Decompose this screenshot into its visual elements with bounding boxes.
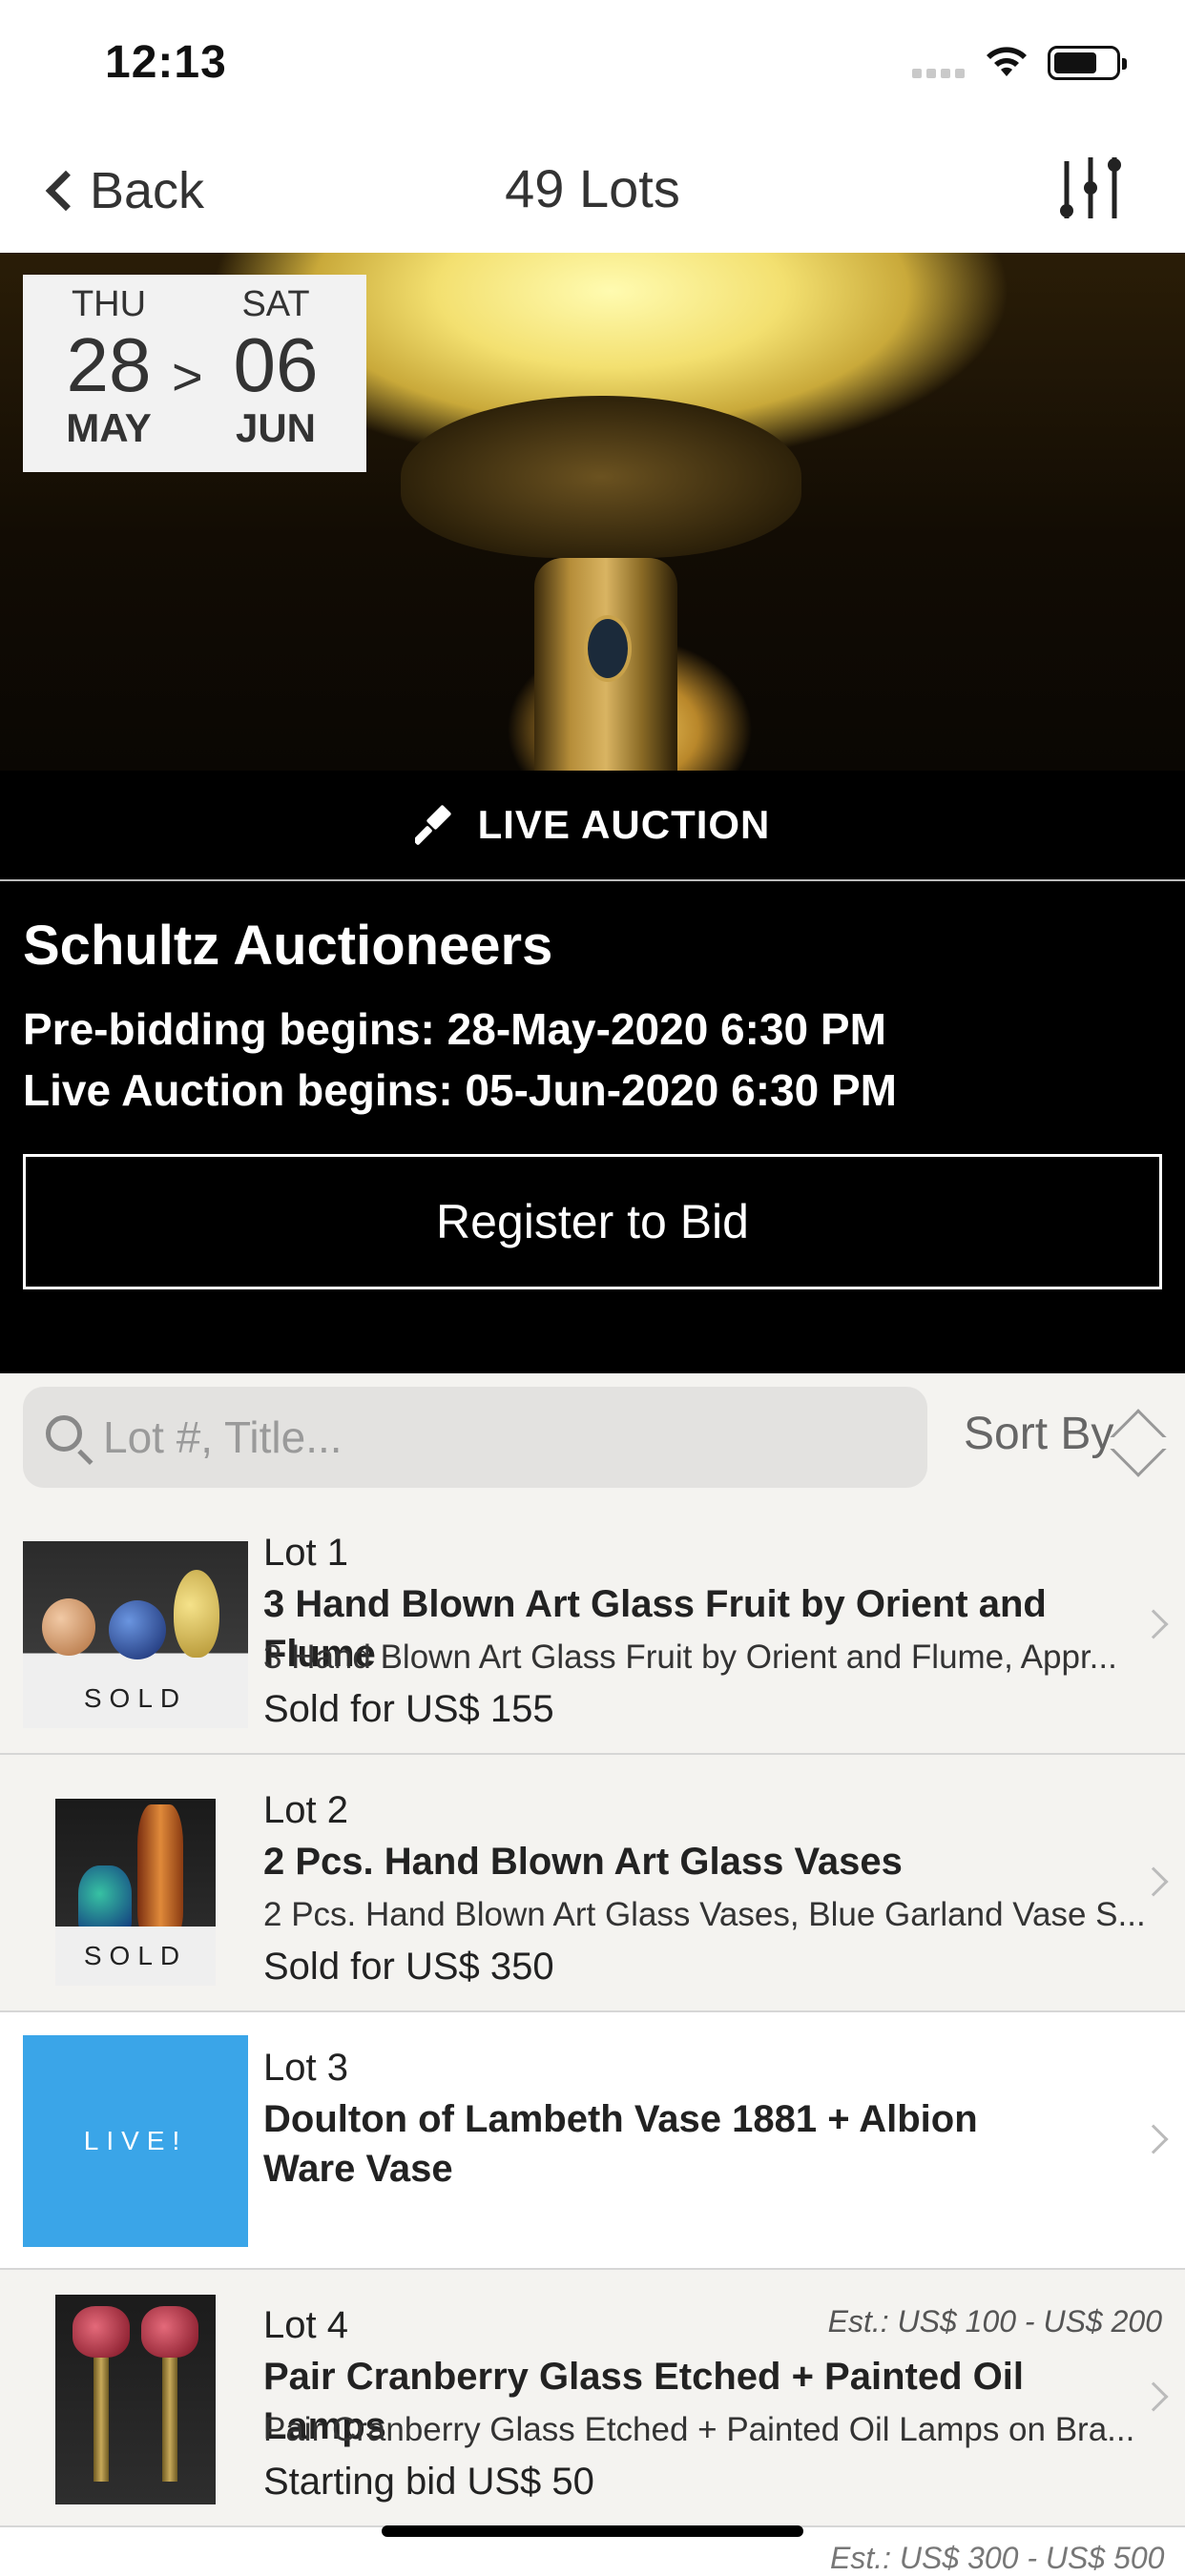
lot-title: 2 Pcs. Hand Blown Art Glass Vases	[263, 1841, 903, 1883]
lot-number: Lot 3	[263, 2047, 348, 2089]
list-item[interactable]: SOLD Lot 1 3 Hand Blown Art Glass Fruit …	[0, 1497, 1185, 1755]
filter-sliders-icon[interactable]	[1057, 152, 1124, 224]
home-indicator[interactable]	[382, 2525, 803, 2537]
lot-estimate: Est.: US$ 100 - US$ 200	[827, 2304, 1162, 2339]
lot-description: 2 Pcs. Hand Blown Art Glass Vases, Blue …	[263, 1896, 1146, 1933]
chevron-left-icon	[45, 170, 87, 212]
battery-icon	[1048, 46, 1127, 80]
lot-price: Starting bid US$ 50	[263, 2461, 594, 2503]
live-badge: LIVE!	[83, 2126, 188, 2155]
cellular-signal-icon	[912, 69, 965, 78]
lot-number: Lot 2	[263, 1789, 348, 1831]
next-lot-estimate-partial: Est.: US$ 300 - US$ 500	[830, 2541, 1165, 2575]
nav-bar: 49 Lots Back	[0, 129, 1185, 253]
date-separator: >	[172, 346, 203, 406]
lots-list: SOLD Lot 1 3 Hand Blown Art Glass Fruit …	[0, 1497, 1185, 2527]
prebidding-date: Pre-bidding begins: 28-May-2020 6:30 PM	[23, 1004, 886, 1054]
list-item[interactable]: Lot 4 Est.: US$ 100 - US$ 200 Pair Cranb…	[0, 2270, 1185, 2527]
search-icon	[46, 1415, 82, 1452]
lot-thumbnail: LIVE!	[23, 2035, 248, 2247]
chevron-right-icon	[1138, 1609, 1169, 1639]
search-row: Sort By	[0, 1373, 1185, 1497]
search-input[interactable]	[103, 1387, 914, 1488]
chevron-right-icon	[1138, 2124, 1169, 2154]
back-label: Back	[90, 162, 205, 219]
lot-thumbnail	[55, 2295, 216, 2504]
end-date: SAT 06 JUN	[204, 284, 347, 451]
lot-title: Doulton of Lambeth Vase 1881 + Albion Wa…	[263, 2098, 978, 2190]
start-day: 28	[66, 322, 152, 407]
start-date: THU 28 MAY	[37, 284, 180, 451]
status-time: 12:13	[105, 37, 227, 88]
auction-house-name: Schultz Auctioneers	[23, 915, 553, 977]
sort-by-button[interactable]: Sort By	[964, 1408, 1113, 1460]
end-weekday: SAT	[241, 284, 310, 324]
wifi-icon	[987, 47, 1027, 76]
gavel-icon	[414, 805, 451, 845]
status-bar: 12:13	[0, 0, 1185, 129]
auction-info: Schultz Auctioneers Pre-bidding begins: …	[0, 881, 1185, 1373]
live-auction-date: Live Auction begins: 05-Jun-2020 6:30 PM	[23, 1065, 897, 1115]
lot-price: Sold for US$ 155	[263, 1688, 554, 1730]
end-day: 06	[233, 322, 319, 407]
lamp-ornament	[401, 396, 801, 558]
lot-number: Lot 4	[263, 2304, 348, 2346]
lot-thumbnail: SOLD	[55, 1799, 216, 1986]
lot-number: Lot 1	[263, 1532, 348, 1574]
lot-price: Sold for US$ 350	[263, 1946, 554, 1988]
live-auction-banner: LIVE AUCTION	[0, 771, 1185, 881]
back-button[interactable]: Back	[38, 157, 204, 224]
list-item[interactable]: SOLD Lot 2 2 Pcs. Hand Blown Art Glass V…	[0, 1755, 1185, 2012]
live-auction-label: LIVE AUCTION	[477, 802, 771, 847]
search-bar[interactable]	[23, 1387, 927, 1488]
sold-badge: SOLD	[55, 1927, 216, 1986]
lamp-gem	[584, 615, 632, 682]
lot-description: 3 Hand Blown Art Glass Fruit by Orient a…	[263, 1638, 1117, 1676]
start-weekday: THU	[71, 284, 147, 324]
register-to-bid-button[interactable]: Register to Bid	[23, 1154, 1162, 1289]
lot-description: Pair Cranberry Glass Etched + Painted Oi…	[263, 2411, 1135, 2448]
date-range-box: THU 28 MAY > SAT 06 JUN	[23, 275, 366, 472]
chevron-right-icon	[1138, 2381, 1169, 2412]
end-month: JUN	[235, 405, 317, 450]
chevron-right-icon	[1138, 1866, 1169, 1897]
list-item[interactable]: LIVE! Lot 3 Doulton of Lambeth Vase 1881…	[0, 2012, 1185, 2270]
lot-thumbnail: SOLD	[23, 1541, 248, 1728]
auction-hero-image: THU 28 MAY > SAT 06 JUN	[0, 253, 1185, 771]
start-month: MAY	[66, 405, 152, 450]
sold-badge: SOLD	[23, 1669, 248, 1728]
